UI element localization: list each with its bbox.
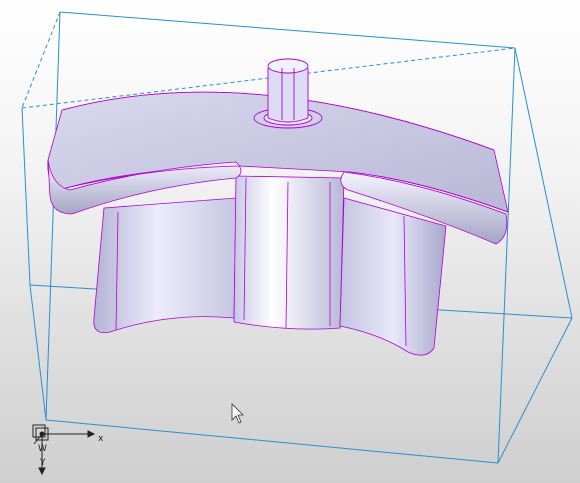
axis-triad: x Y W (32, 424, 104, 476)
center-block[interactable] (233, 175, 345, 330)
part-pin[interactable] (253, 58, 323, 129)
right-leg[interactable] (339, 197, 447, 356)
axis-y-label: Y (39, 458, 46, 468)
mouse-pointer-icon (231, 403, 244, 424)
left-leg[interactable] (93, 197, 237, 334)
bounding-box-front (21, 107, 31, 286)
viewport-canvas[interactable]: x Y W (0, 0, 580, 483)
axis-z-label: W (38, 444, 47, 454)
axis-x-label: x (98, 434, 104, 444)
cad-3d-viewport[interactable]: x Y W (0, 0, 580, 483)
